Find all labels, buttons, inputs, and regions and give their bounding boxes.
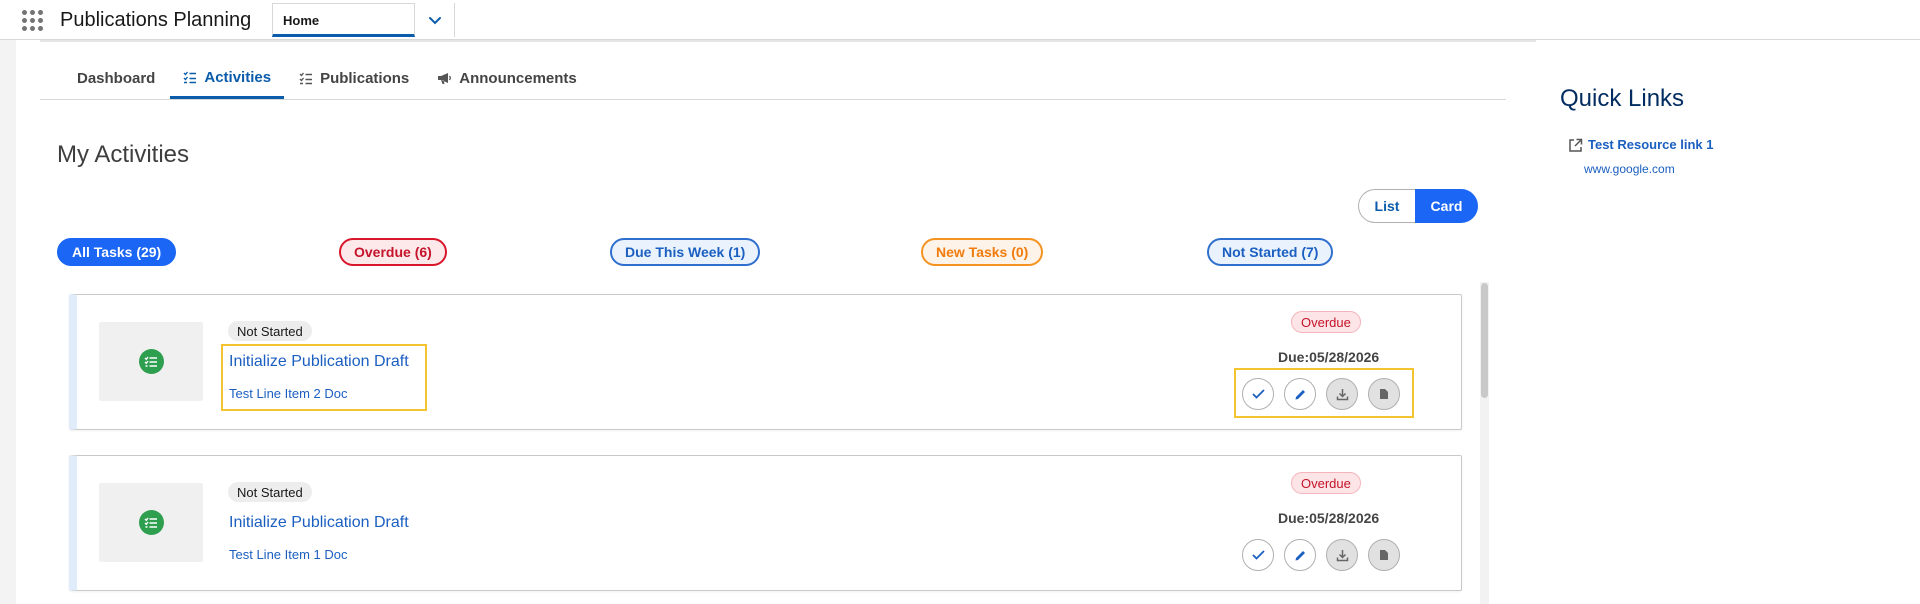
task-list-icon xyxy=(138,510,164,535)
quick-link[interactable]: Test Resource link 1 xyxy=(1588,137,1713,152)
complete-button[interactable] xyxy=(1242,539,1274,571)
task-thumbnail xyxy=(99,483,203,562)
due-date: Due:05/28/2026 xyxy=(1278,510,1380,526)
task-document-link[interactable]: Test Line Item 1 Doc xyxy=(229,547,348,562)
nav-tab-home[interactable]: Home xyxy=(272,3,415,37)
edit-button[interactable] xyxy=(1284,539,1316,571)
scrollbar-thumb[interactable] xyxy=(1481,283,1488,398)
download-icon xyxy=(1336,388,1348,400)
filter-due-this-week[interactable]: Due This Week (1) xyxy=(610,238,761,266)
view-toggle: List Card xyxy=(1358,189,1478,223)
app-launcher-icon[interactable] xyxy=(22,10,44,32)
task-document-link[interactable]: Test Line Item 2 Doc xyxy=(229,386,348,401)
checklist-icon xyxy=(299,72,313,85)
tab-announcements[interactable]: Announcements xyxy=(424,58,590,99)
app-title: Publications Planning xyxy=(60,9,252,31)
status-badge: Not Started xyxy=(228,321,312,341)
task-thumbnail xyxy=(99,322,203,401)
task-card: Not Started Initialize Publication Draft… xyxy=(69,455,1462,591)
quick-links-panel xyxy=(1536,40,1920,604)
filter-not-started[interactable]: Not Started (7) xyxy=(1207,238,1334,266)
tab-dashboard[interactable]: Dashboard xyxy=(40,58,168,99)
chevron-down-icon xyxy=(428,17,441,25)
task-actions xyxy=(1242,539,1400,571)
tab-bar: Dashboard Activities Publications Announ… xyxy=(40,58,1506,100)
tab-label: Dashboard xyxy=(77,70,156,87)
page-title: My Activities xyxy=(57,141,190,168)
document-button[interactable] xyxy=(1368,378,1400,410)
filter-new-tasks[interactable]: New Tasks (0) xyxy=(921,238,1044,266)
task-card: Not Started Initialize Publication Draft… xyxy=(69,294,1462,430)
megaphone-icon xyxy=(438,73,452,84)
task-actions xyxy=(1242,378,1400,410)
nav-menu-button[interactable] xyxy=(415,3,455,37)
global-header: Publications Planning Home xyxy=(0,0,1920,40)
download-button[interactable] xyxy=(1326,539,1358,571)
check-icon xyxy=(1251,550,1265,560)
quick-links-title: Quick Links xyxy=(1560,85,1685,112)
filter-all-tasks[interactable]: All Tasks (29) xyxy=(57,238,177,266)
edit-icon xyxy=(1295,389,1305,399)
edit-button[interactable] xyxy=(1284,378,1316,410)
task-title-link[interactable]: Initialize Publication Draft xyxy=(229,514,409,532)
overdue-badge: Overdue xyxy=(1291,311,1361,333)
task-list-icon xyxy=(138,349,164,374)
checklist-icon xyxy=(183,71,197,83)
tab-activities[interactable]: Activities xyxy=(170,58,285,99)
tab-publications[interactable]: Publications xyxy=(286,58,422,99)
tab-label: Activities xyxy=(204,68,272,86)
complete-button[interactable] xyxy=(1242,378,1274,410)
due-date: Due:05/28/2026 xyxy=(1278,349,1380,365)
edit-icon xyxy=(1295,550,1305,560)
overdue-badge: Overdue xyxy=(1291,472,1361,494)
card-view-button[interactable]: Card xyxy=(1415,189,1478,223)
document-icon xyxy=(1380,550,1388,560)
tab-label: Publications xyxy=(320,70,410,87)
list-view-button[interactable]: List xyxy=(1358,189,1415,223)
task-title-link[interactable]: Initialize Publication Draft xyxy=(229,353,409,371)
status-badge: Not Started xyxy=(228,482,312,502)
download-icon xyxy=(1336,549,1348,561)
document-button[interactable] xyxy=(1368,539,1400,571)
document-icon xyxy=(1380,389,1388,399)
check-icon xyxy=(1251,389,1265,399)
external-link-icon xyxy=(1569,138,1583,152)
download-button[interactable] xyxy=(1326,378,1358,410)
filter-overdue[interactable]: Overdue (6) xyxy=(339,238,447,266)
tab-label: Announcements xyxy=(459,70,577,87)
quick-link-url[interactable]: www.google.com xyxy=(1584,162,1675,176)
